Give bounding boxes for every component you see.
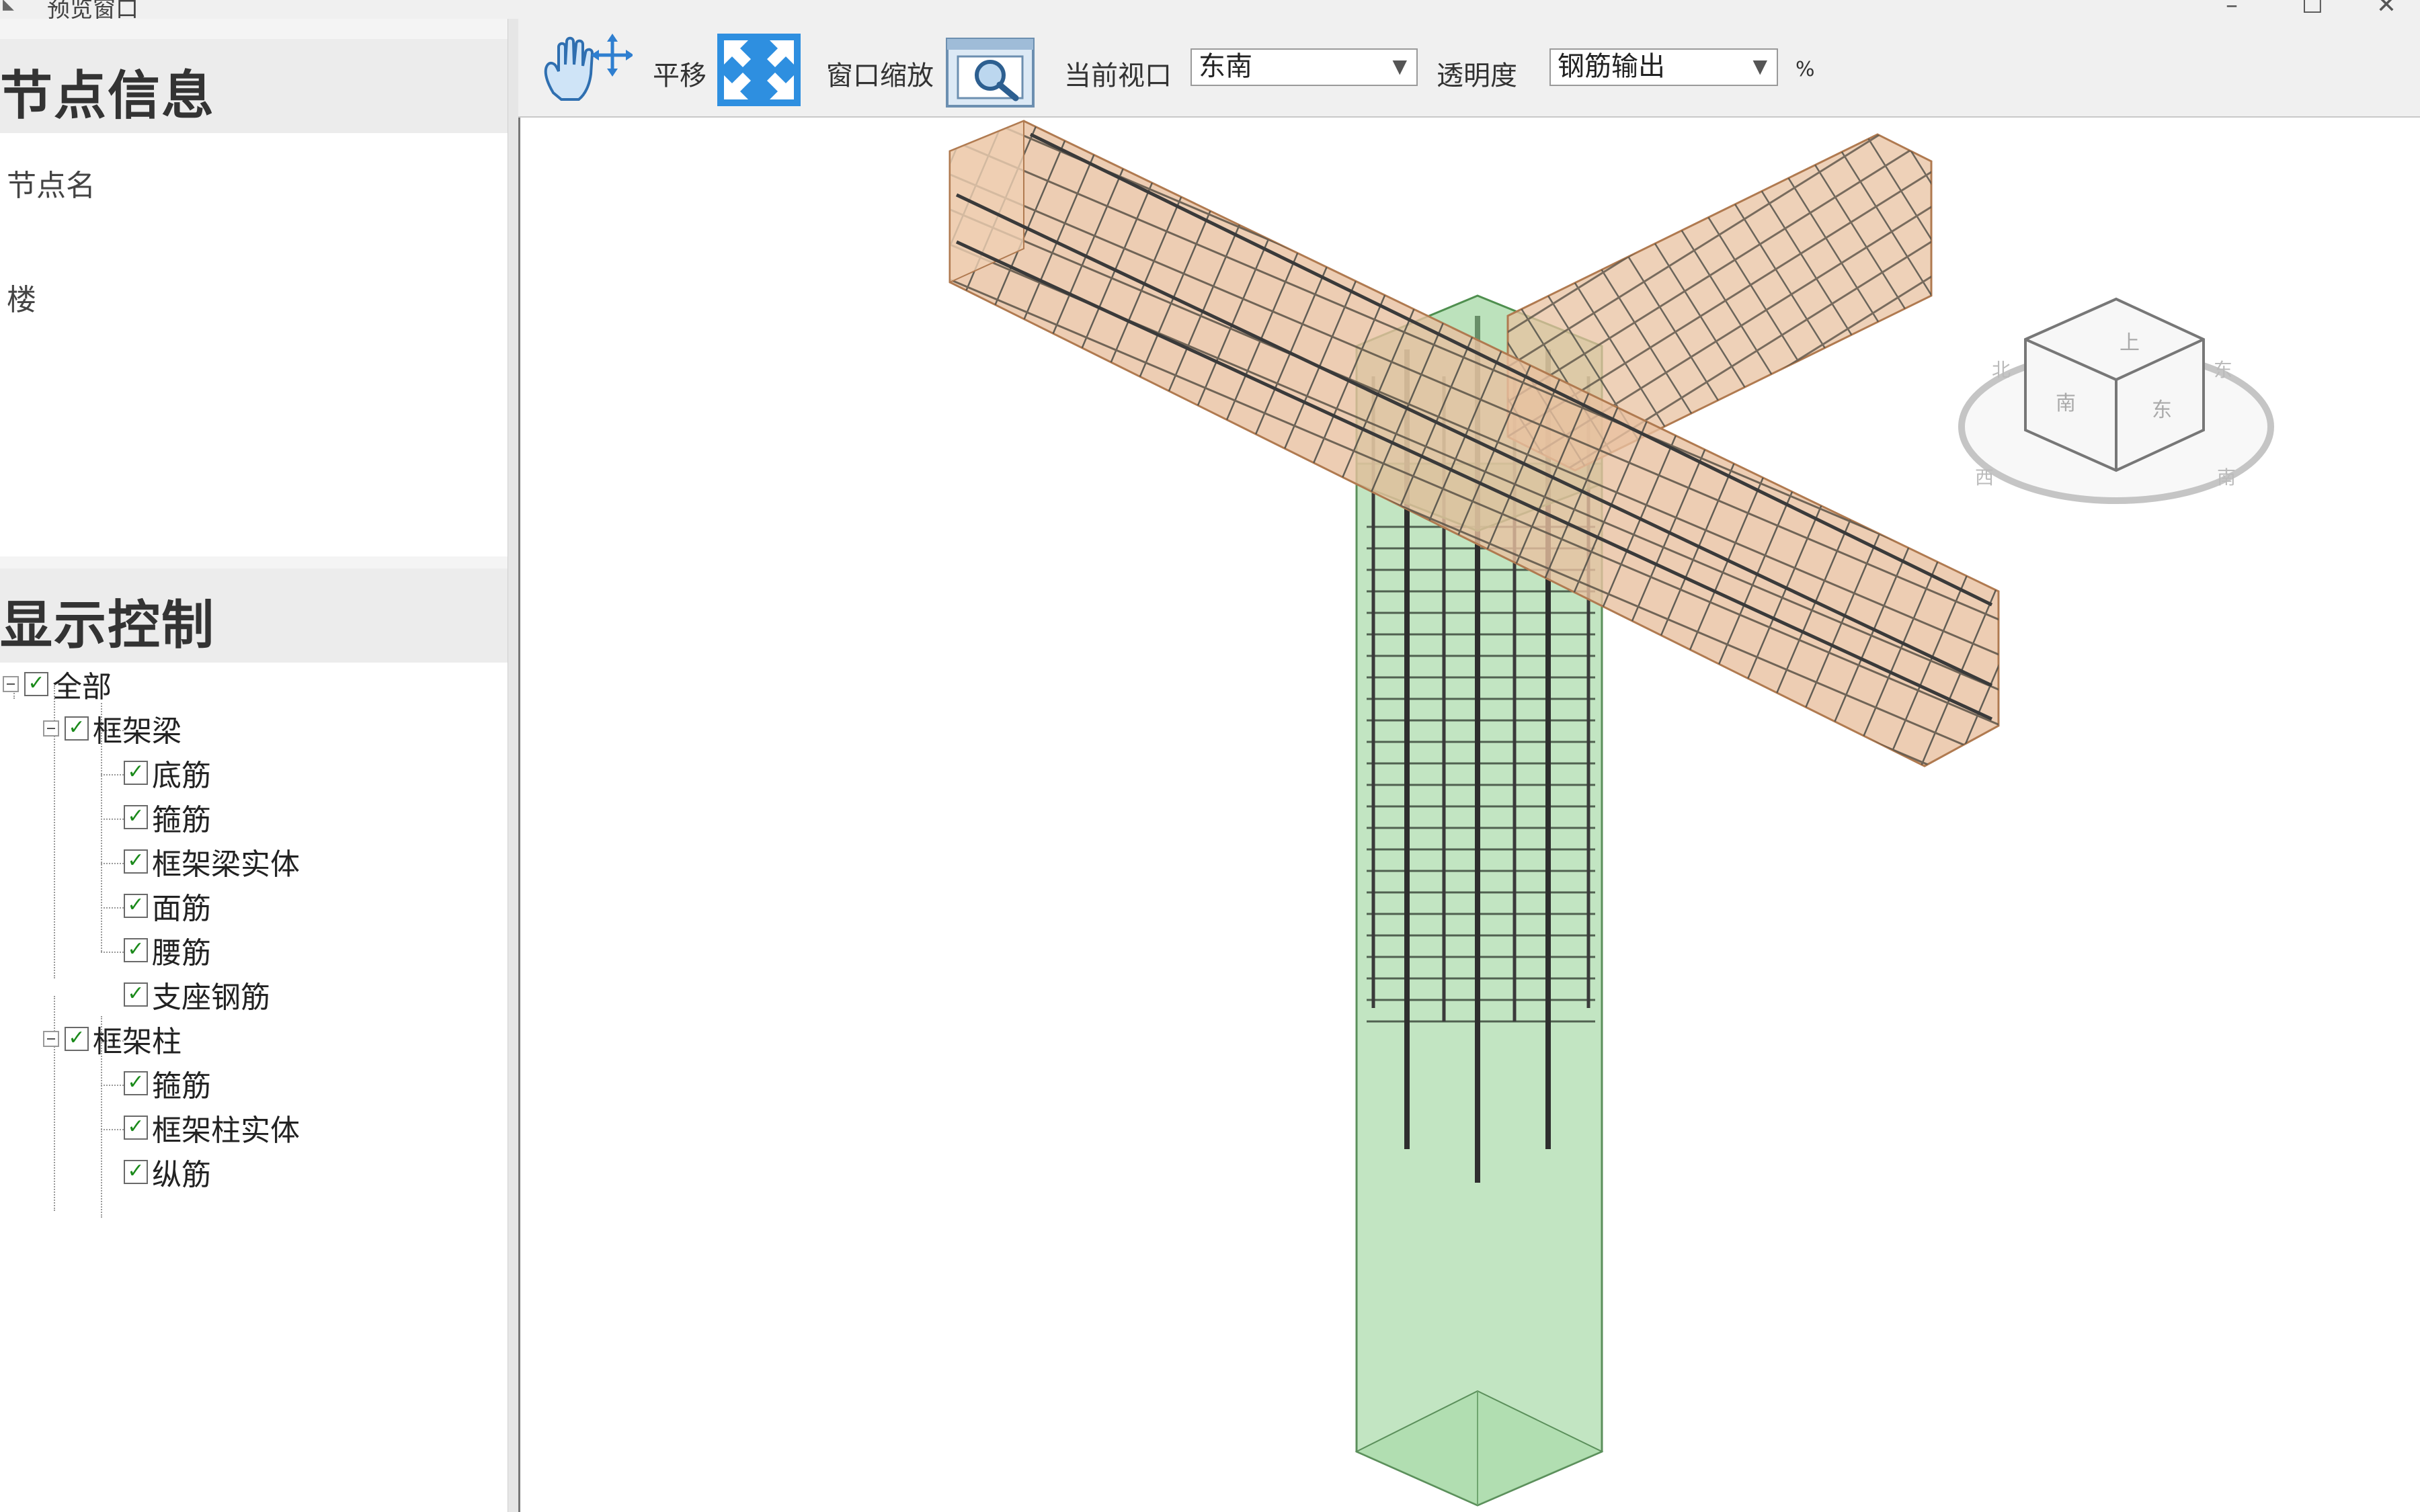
tree-item-label: 支座钢筋 <box>152 980 270 1015</box>
current-view-select[interactable]: 东南 ▼ <box>1191 48 1418 86</box>
dropdown-arrow-icon[interactable]: ▼ <box>1752 50 1767 83</box>
tree-item-label: 框架梁 <box>93 714 182 749</box>
current-view-label: 当前视口 <box>1064 60 1172 91</box>
display-control-title: 显示控制 <box>0 595 216 656</box>
tree-item-label: 底筋 <box>152 759 211 793</box>
maximize-button[interactable]: ☐ <box>2286 0 2339 19</box>
display-tree: ✓ 全部 ✓ 框架梁 ✓ 底筋 ✓ 箍筋 ✓ 框架梁实体 ✓ 面筋 ✓ 腰筋 ✓… <box>0 663 508 1512</box>
tree-item-bottom-rebar[interactable]: ✓ 底筋 <box>124 753 211 793</box>
tree-connector <box>101 1085 124 1086</box>
collapse-toggle-icon[interactable] <box>3 676 19 692</box>
transparency-select[interactable]: 钢筋输出 ▼ <box>1549 48 1778 86</box>
tree-item-all[interactable]: ✓ 全部 <box>3 664 112 704</box>
3d-viewport[interactable]: 上 东 南 北 西 东 南 <box>518 118 2420 1512</box>
compass-south[interactable]: 南 <box>2217 466 2236 489</box>
node-info-header: 节点信息 <box>0 39 508 133</box>
title-bar: ◣ 预览窗口 – ☐ ✕ <box>0 0 2420 23</box>
tree-item-label: 面筋 <box>152 892 211 926</box>
tree-item-label: 腰筋 <box>152 936 211 970</box>
compass-east[interactable]: 东 <box>2214 359 2232 381</box>
checkbox-checked-icon[interactable]: ✓ <box>24 672 48 696</box>
display-control-header: 显示控制 <box>0 569 508 663</box>
viewcube-face-east[interactable]: 东 <box>2152 398 2172 422</box>
pan-label[interactable]: 平移 <box>653 54 707 93</box>
transparency-label: 透明度 <box>1437 60 1517 91</box>
tree-item-waist-rebar[interactable]: ✓ 腰筋 <box>124 930 211 970</box>
tree-item-frame-beam[interactable]: ✓ 框架梁 <box>43 708 182 749</box>
checkbox-checked-icon[interactable]: ✓ <box>124 805 148 829</box>
tree-item-label: 全部 <box>52 670 112 704</box>
app-icon: ◣ <box>3 0 14 13</box>
tree-item-beam-solid[interactable]: ✓ 框架梁实体 <box>124 841 300 882</box>
left-panel: 节点信息 节点名 楼 显示控制 ✓ 全部 ✓ 框架梁 ✓ 底筋 ✓ 箍筋 ✓ 框… <box>0 19 508 1512</box>
tree-item-beam-stirrup[interactable]: ✓ 箍筋 <box>124 797 211 837</box>
tree-connector <box>101 863 124 864</box>
tree-item-frame-column[interactable]: ✓ 框架柱 <box>43 1019 182 1059</box>
hand-pan-icon[interactable] <box>538 32 633 106</box>
tree-connector <box>101 907 124 909</box>
tree-item-column-solid[interactable]: ✓ 框架柱实体 <box>124 1107 300 1148</box>
window-zoom-icon[interactable] <box>946 38 1035 108</box>
tree-item-label: 箍筋 <box>152 803 211 837</box>
checkbox-checked-icon[interactable]: ✓ <box>124 849 148 874</box>
window-zoom-label[interactable]: 窗口缩放 <box>826 54 934 93</box>
dropdown-arrow-icon[interactable]: ▼ <box>1392 50 1407 83</box>
tree-item-label: 框架柱实体 <box>152 1114 300 1148</box>
tree-item-column-stirrup[interactable]: ✓ 箍筋 <box>124 1063 211 1103</box>
tree-connector <box>101 1129 124 1130</box>
tree-item-top-rebar[interactable]: ✓ 面筋 <box>124 886 211 926</box>
close-button[interactable]: ✕ <box>2360 0 2413 19</box>
current-view-value: 东南 <box>1199 51 1252 82</box>
transparency-value: 钢筋输出 <box>1558 51 1665 82</box>
rebar-model-scene[interactable]: 上 东 南 北 西 东 南 <box>520 118 2420 1512</box>
collapse-toggle-icon[interactable] <box>43 720 59 737</box>
tree-item-label: 框架梁实体 <box>152 847 300 882</box>
floor-label: 楼 <box>7 283 36 317</box>
tree-item-support-rebar[interactable]: ✓ 支座钢筋 <box>124 974 270 1015</box>
toolbar: 平移 窗口缩放 当前视口 东南 ▼ 透明度 钢筋输出 ▼ % <box>518 19 2420 118</box>
tree-connector <box>101 818 124 820</box>
checkbox-checked-icon[interactable]: ✓ <box>124 938 148 962</box>
node-info-title: 节点信息 <box>0 66 216 126</box>
tree-connector <box>101 952 124 953</box>
viewcube-face-top[interactable]: 上 <box>2120 331 2140 355</box>
percent-label: % <box>1796 58 1815 81</box>
checkbox-checked-icon[interactable]: ✓ <box>65 1027 89 1051</box>
tree-item-label: 框架柱 <box>93 1025 182 1059</box>
node-name-label: 节点名 <box>7 169 95 203</box>
checkbox-checked-icon[interactable]: ✓ <box>124 1071 148 1095</box>
tree-item-label: 箍筋 <box>152 1069 211 1103</box>
checkbox-checked-icon[interactable]: ✓ <box>65 716 89 741</box>
tree-item-longitudinal-rebar[interactable]: ✓ 纵筋 <box>124 1152 211 1192</box>
tree-item-label: 纵筋 <box>152 1158 211 1192</box>
compass-north[interactable]: 北 <box>1992 359 2011 381</box>
node-info-body: 节点名 楼 <box>0 133 508 556</box>
view-cube[interactable]: 上 东 南 北 西 东 南 <box>1958 297 2274 504</box>
checkbox-checked-icon[interactable]: ✓ <box>124 1160 148 1184</box>
checkbox-checked-icon[interactable]: ✓ <box>124 761 148 785</box>
fit-view-icon[interactable] <box>717 34 801 106</box>
checkbox-checked-icon[interactable]: ✓ <box>124 894 148 918</box>
compass-west[interactable]: 西 <box>1975 466 1994 489</box>
tree-connector <box>101 774 124 775</box>
minimize-button[interactable]: – <box>2205 0 2259 19</box>
viewcube-face-south[interactable]: 南 <box>2056 392 2076 415</box>
checkbox-checked-icon[interactable]: ✓ <box>124 1116 148 1140</box>
checkbox-checked-icon[interactable]: ✓ <box>124 982 148 1007</box>
collapse-toggle-icon[interactable] <box>43 1031 59 1047</box>
